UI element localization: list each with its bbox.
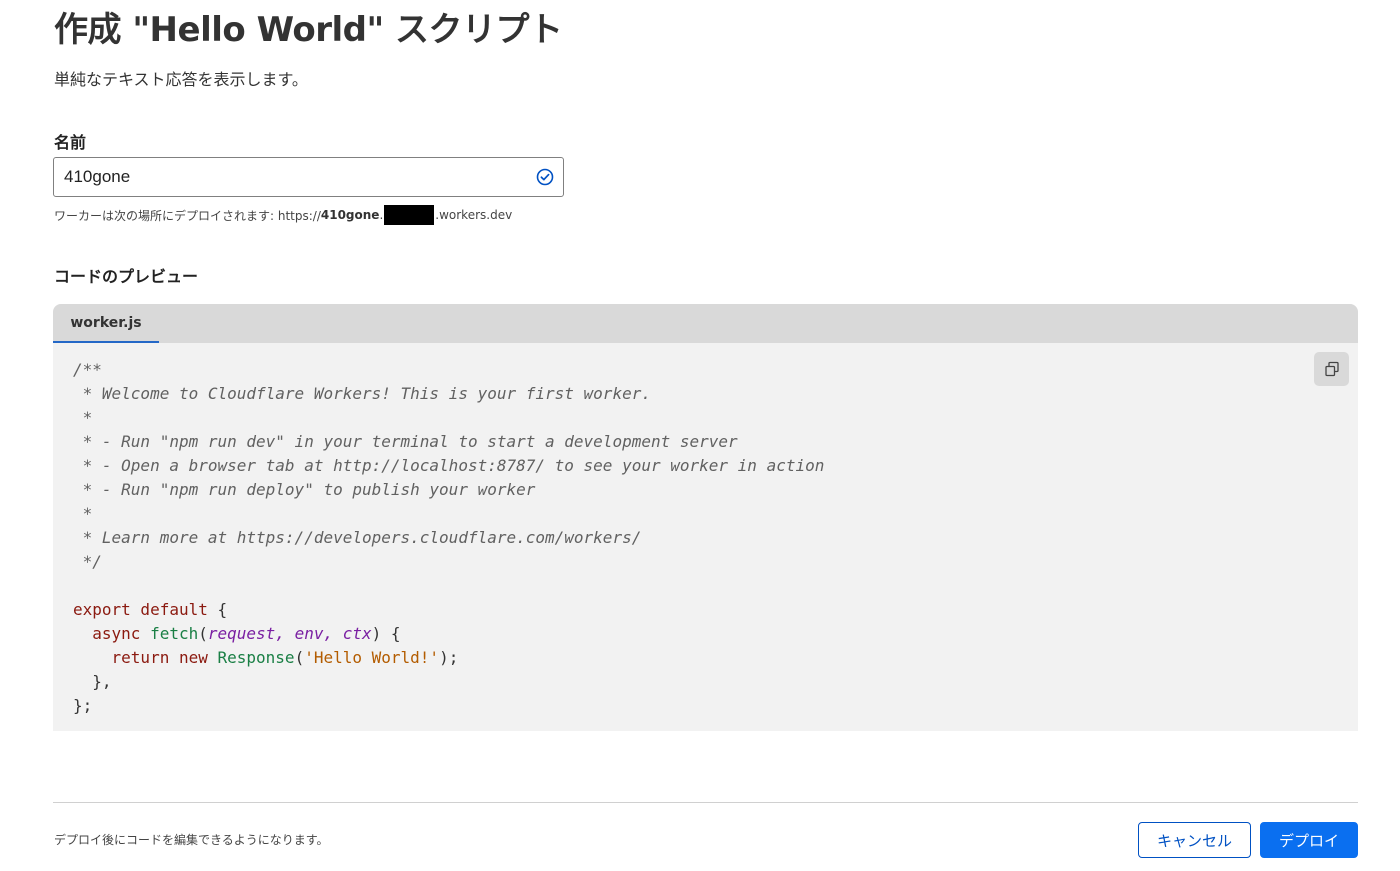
code-punct: ,	[275, 624, 295, 643]
deploy-url-dot: .	[379, 208, 384, 222]
footer-divider	[53, 802, 1358, 803]
deploy-url-hint: ワーカーは次の場所にデプロイされます: https://410gone. .wor…	[54, 205, 512, 225]
code-line: * - Open a browser tab at http://localho…	[73, 456, 825, 475]
copy-icon	[1324, 361, 1339, 377]
code-line: * - Run "npm run dev" in your terminal t…	[73, 432, 738, 451]
code-line: /**	[73, 360, 102, 379]
code-tab-bar: worker.js	[53, 304, 1358, 343]
code-param: request	[207, 624, 276, 643]
code-line: */	[73, 552, 102, 571]
deploy-url-prefix: ワーカーは次の場所にデプロイされます: https://	[54, 208, 321, 223]
code-keyword: async	[73, 624, 151, 643]
page-title: 作成 "Hello World" スクリプト	[54, 10, 563, 50]
redacted-subdomain	[384, 205, 435, 225]
code-line: * Learn more at https://developers.cloud…	[73, 528, 642, 547]
name-input[interactable]	[54, 158, 524, 196]
code-line: *	[73, 504, 93, 523]
code-line: return new Response('Hello World!');	[73, 646, 824, 670]
code-punct: );	[439, 648, 459, 667]
code-line: * Welcome to Cloudflare Workers! This is…	[73, 384, 651, 403]
code-punct: (	[294, 648, 305, 667]
code-keyword: return new	[73, 648, 218, 667]
footer-note: デプロイ後にコードを編集できるようになります。	[54, 833, 329, 847]
tab-worker-js[interactable]: worker.js	[53, 304, 159, 343]
code-string: 'Hello World!'	[304, 648, 440, 667]
code-punct: ) {	[371, 624, 401, 643]
code-param: env	[294, 624, 324, 643]
code-punct: (	[198, 624, 208, 643]
code-line: async fetch(request, env, ctx) {	[73, 622, 824, 646]
code-punct: ,	[323, 624, 343, 643]
deploy-url-suffix: .workers.dev	[435, 208, 513, 222]
name-label: 名前	[54, 133, 87, 152]
code-keyword: export default	[73, 600, 208, 619]
page-subtitle: 単純なテキスト応答を表示します。	[54, 70, 308, 89]
code-function: fetch	[150, 624, 199, 643]
code-preview-label: コードのプレビュー	[54, 267, 199, 286]
code-line: *	[73, 408, 93, 427]
check-circle-icon	[536, 168, 554, 186]
code-line: },	[73, 672, 112, 691]
cancel-button[interactable]: キャンセル	[1138, 822, 1251, 858]
code-function: Response	[217, 648, 295, 667]
code-preview-panel: worker.js /** * Welcome to Cloudflare Wo…	[53, 304, 1358, 731]
deploy-button[interactable]: デプロイ	[1260, 822, 1358, 858]
code-param: ctx	[342, 624, 372, 643]
code-line: };	[73, 696, 93, 715]
code-line: export default {	[73, 598, 824, 622]
code-punct: {	[207, 600, 228, 619]
code-line: * - Run "npm run deploy" to publish your…	[73, 480, 536, 499]
create-worker-page: 作成 "Hello World" スクリプト 単純なテキスト応答を表示します。 …	[0, 0, 1400, 871]
name-field[interactable]	[53, 157, 564, 197]
code-block: /** * Welcome to Cloudflare Workers! Thi…	[73, 358, 824, 718]
deploy-url-worker-name: 410gone	[320, 208, 380, 222]
copy-code-button[interactable]	[1314, 352, 1349, 386]
